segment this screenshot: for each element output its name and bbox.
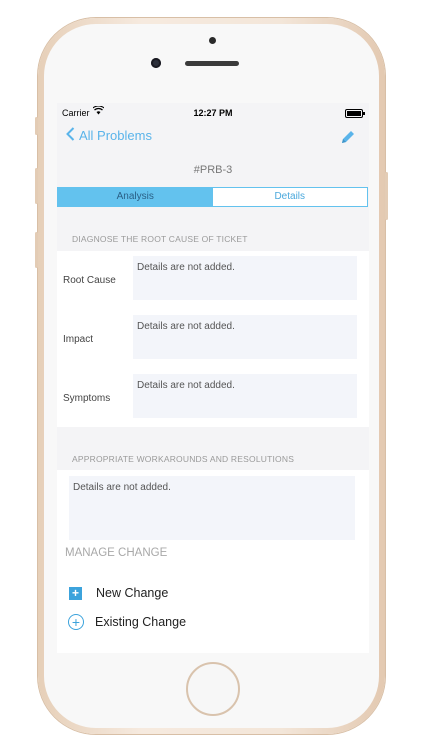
mute-switch [35,117,38,135]
workaround-field[interactable]: Details are not added. [69,476,355,540]
pencil-icon[interactable] [339,128,357,146]
manage-change-header: MANAGE CHANGE [65,547,168,559]
earpiece-speaker [185,61,239,66]
clock: 12:27 PM [193,108,233,118]
root-cause-section-header: DIAGNOSE THE ROOT CAUSE OF TICKET [72,234,248,244]
existing-change-button[interactable]: + Existing Change [68,614,187,630]
plus-square-icon: + [69,586,82,600]
tab-details[interactable]: Details [213,188,368,206]
chevron-left-icon [66,127,75,143]
app-screen: Carrier 12:27 PM All Problems #PRB-3 Ana… [57,103,369,653]
symptoms-field[interactable]: Details are not added. [133,374,357,418]
back-button[interactable]: All Problems [66,127,152,143]
workaround-card: Details are not added. MANAGE CHANGE + N… [57,470,369,653]
front-camera [151,58,161,68]
symptoms-row: Symptoms Details are not added. [57,369,369,426]
navigation-bar: All Problems [57,123,369,153]
impact-label: Impact [63,334,94,345]
root-cause-label: Root Cause [63,275,116,286]
home-button[interactable] [186,662,240,716]
tab-analysis[interactable]: Analysis [58,188,213,206]
power-button [385,172,388,220]
volume-up-button [35,168,38,204]
new-change-button[interactable]: + New Change [69,586,168,600]
volume-down-button [35,232,38,268]
root-cause-card: Root Cause Details are not added. Impact… [57,251,369,427]
new-change-label: New Change [96,586,169,600]
proximity-sensor [209,37,216,44]
plus-circle-icon: + [68,614,84,630]
ticket-id: #PRB-3 [193,164,233,176]
status-bar: Carrier 12:27 PM [57,103,369,123]
root-cause-field[interactable]: Details are not added. [133,256,357,300]
root-cause-row: Root Cause Details are not added. [57,251,369,308]
symptoms-label: Symptoms [63,393,111,404]
workaround-section-header: APPROPRIATE WORKAROUNDS AND RESOLUTIONS [72,454,295,464]
battery-icon [345,109,365,118]
impact-field[interactable]: Details are not added. [133,315,357,359]
existing-change-label: Existing Change [95,615,187,629]
back-label: All Problems [79,127,152,143]
impact-row: Impact Details are not added. [57,310,369,367]
segmented-control: Analysis Details [57,187,368,207]
